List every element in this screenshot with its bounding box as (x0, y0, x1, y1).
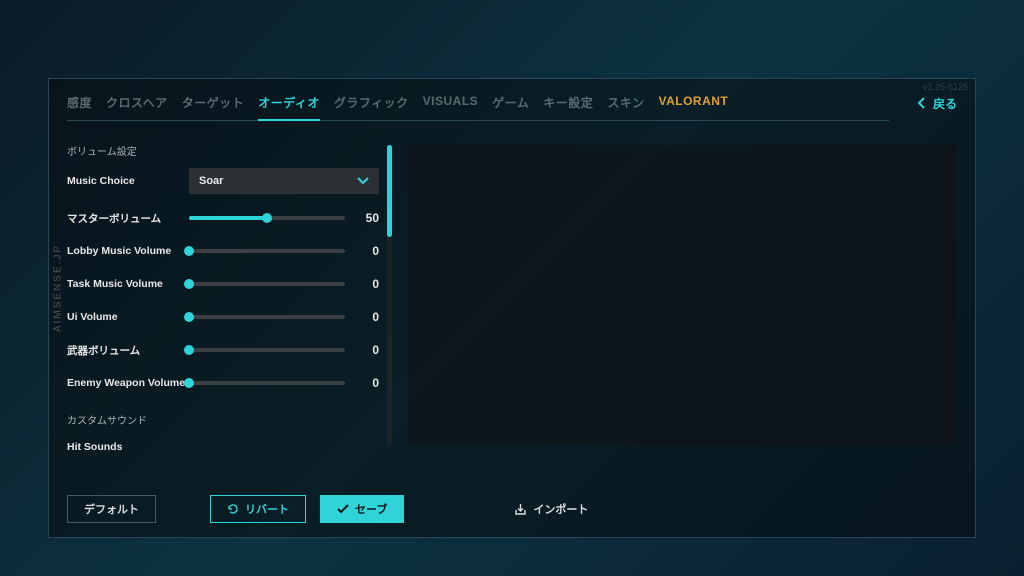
slider-wrap: 0 (189, 310, 379, 324)
tabs-container: 感度クロスヘアターゲットオーディオグラフィック VISUALS ゲームキー設定スキン… (67, 94, 889, 121)
slider-value: 0 (357, 244, 379, 258)
slider-label: Lobby Music Volume (67, 245, 189, 257)
slider-row-3: Ui Volume 0 (67, 307, 379, 327)
slider-row-5: Enemy Weapon Volume 0 (67, 373, 379, 393)
volume-slider[interactable] (189, 315, 345, 319)
slider-thumb[interactable] (184, 246, 194, 256)
slider-value: 0 (357, 343, 379, 357)
tab-1[interactable]: クロスヘア (106, 94, 168, 120)
revert-button-label: リバート (245, 501, 289, 517)
content-area: ボリューム設定 Music Choice Soar マスターボリューム 50 Lob… (49, 121, 975, 481)
slider-thumb[interactable] (184, 345, 194, 355)
volume-slider[interactable] (189, 282, 345, 286)
revert-button[interactable]: リバート (210, 495, 306, 523)
volume-slider[interactable] (189, 381, 345, 385)
slider-row-1: Lobby Music Volume 0 (67, 241, 379, 261)
custom-sound-section-title: カスタムサウンド (67, 412, 379, 427)
slider-label: Ui Volume (67, 311, 189, 323)
default-button-label: デフォルト (84, 501, 139, 517)
tab-8[interactable]: スキン (607, 94, 644, 120)
slider-wrap: 0 (189, 277, 379, 291)
tab-3[interactable]: オーディオ (258, 94, 320, 121)
tab-4[interactable]: グラフィック (334, 94, 409, 120)
slider-value: 0 (357, 376, 379, 390)
tab-0[interactable]: 感度 (67, 94, 92, 120)
music-choice-label: Music Choice (67, 175, 189, 187)
settings-window: 感度クロスヘアターゲットオーディオグラフィック VISUALS ゲームキー設定スキン… (48, 78, 976, 538)
tab-6[interactable]: ゲーム (492, 94, 529, 120)
slider-value: 50 (357, 211, 379, 225)
hit-sounds-row: Hit Sounds (67, 437, 379, 457)
tab-2[interactable]: ターゲット (182, 94, 245, 120)
scrollbar-thumb[interactable] (387, 145, 392, 237)
default-button[interactable]: デフォルト (67, 495, 156, 523)
slider-value: 0 (357, 310, 379, 324)
music-choice-select[interactable]: Soar (189, 168, 379, 194)
slider-label: Enemy Weapon Volume (67, 377, 189, 389)
back-label: 戻る (933, 95, 957, 112)
music-choice-row: Music Choice Soar (67, 168, 379, 194)
slider-thumb[interactable] (184, 312, 194, 322)
slider-label: マスターボリューム (67, 211, 189, 226)
slider-row-2: Task Music Volume 0 (67, 274, 379, 294)
refresh-icon (227, 503, 239, 515)
slider-wrap: 0 (189, 376, 379, 390)
volume-slider[interactable] (189, 249, 345, 253)
slider-fill (189, 216, 267, 220)
slider-thumb[interactable] (184, 279, 194, 289)
tab-7[interactable]: キー設定 (543, 94, 593, 120)
volume-section-title: ボリューム設定 (67, 143, 379, 158)
tab-9[interactable]: VALORANT (658, 94, 728, 120)
import-button[interactable]: インポート (498, 495, 604, 523)
slider-wrap: 0 (189, 244, 379, 258)
hit-sounds-label: Hit Sounds (67, 441, 189, 453)
chevron-down-icon (357, 177, 369, 185)
tab-5[interactable]: VISUALS (423, 94, 479, 120)
import-button-label: インポート (533, 501, 588, 517)
settings-panel: ボリューム設定 Music Choice Soar マスターボリューム 50 Lob… (67, 139, 379, 481)
volume-slider[interactable] (189, 216, 345, 220)
import-icon (514, 503, 527, 516)
scrollbar-track[interactable] (387, 145, 392, 445)
check-icon (337, 504, 349, 514)
slider-value: 0 (357, 277, 379, 291)
footer-bar: デフォルト リバート セーブ インポート (49, 481, 975, 537)
save-button-label: セーブ (355, 501, 387, 517)
volume-slider[interactable] (189, 348, 345, 352)
save-button[interactable]: セーブ (320, 495, 404, 523)
preview-panel (408, 145, 957, 445)
slider-label: Task Music Volume (67, 278, 189, 290)
slider-thumb[interactable] (262, 213, 272, 223)
slider-label: 武器ボリューム (67, 343, 189, 358)
chevron-left-icon (917, 97, 927, 109)
slider-wrap: 50 (189, 211, 379, 225)
slider-thumb[interactable] (184, 378, 194, 388)
slider-row-4: 武器ボリューム 0 (67, 340, 379, 360)
slider-row-0: マスターボリューム 50 (67, 208, 379, 228)
music-choice-value: Soar (199, 175, 223, 187)
back-button[interactable]: 戻る (917, 95, 957, 120)
slider-wrap: 0 (189, 343, 379, 357)
tab-bar: 感度クロスヘアターゲットオーディオグラフィック VISUALS ゲームキー設定スキン… (49, 79, 975, 121)
